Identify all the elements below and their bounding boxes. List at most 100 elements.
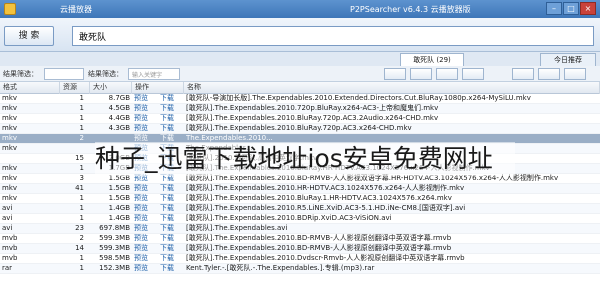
resources-cell: 1 [79, 114, 84, 122]
table-row[interactable]: mkv 1 4.4GB 预览 下载 [敢死队].The.Expendables.2010.… [0, 114, 600, 124]
download-link[interactable]: 下载 [160, 194, 182, 204]
filename-cell: [敢死队].The.Expendables.2010.BluRay.720p.A… [186, 114, 439, 122]
minimize-button[interactable]: – [546, 2, 562, 15]
app-logo-icon [4, 3, 16, 15]
size-cell: 152.3MB [99, 264, 130, 272]
preview-link[interactable]: 预览 [134, 184, 156, 194]
format-cell: mkv [2, 104, 18, 112]
column-header-actions[interactable]: 操作 [132, 82, 184, 94]
preview-link[interactable]: 预览 [134, 204, 156, 214]
search-button[interactable]: 搜 索 [4, 26, 54, 46]
filename-cell: [敢死队].The.Expendables.2010.BluRay.1.HR-H… [186, 194, 452, 202]
filter-bar: 结果筛选： 结果筛选： 输入关键字 [0, 66, 600, 82]
download-link[interactable]: 下载 [160, 254, 182, 264]
column-header-size[interactable]: 大小 [90, 82, 132, 94]
tab-search-results[interactable]: 敢死队 (29) [400, 53, 464, 66]
table-row[interactable]: avi 23 697.8MB 预览 下载 [敢死队].The.Expendables.av… [0, 224, 600, 234]
download-link[interactable]: 下载 [160, 114, 182, 124]
toolbar-button-1[interactable] [384, 68, 406, 80]
preview-link[interactable]: 预览 [134, 124, 156, 134]
format-cell: mvb [2, 254, 18, 262]
download-link[interactable]: 下载 [160, 264, 182, 274]
filename-cell: [敢死队].The.Expendables.2010.HR-HDTV.AC3.1… [186, 184, 465, 192]
table-row[interactable]: rar 1 152.3MB 预览 下载 Kent.Tyler.-.[敢死队.-.The.E… [0, 264, 600, 274]
resources-cell: 1 [79, 194, 84, 202]
filename-cell: [敢死队].The.Expendables.2010.720p.BluRay.x… [186, 104, 439, 112]
table-row[interactable]: mkv 1 4.5GB 预览 下载 [敢死队].The.Expendables.2010.… [0, 104, 600, 114]
table-row[interactable]: mkv 1 1.5GB 预览 下载 [敢死队].The.Expendables.2010.… [0, 194, 600, 204]
size-cell: 697.8MB [99, 224, 130, 232]
filename-cell: [敢死队].The.Expendables.2010.BD-RMVB-人人影视原… [186, 234, 452, 242]
download-link[interactable]: 下载 [160, 204, 182, 214]
table-row[interactable]: avi 1 1.4GB 预览 下载 [敢死队].The.Expendables.2010.… [0, 214, 600, 224]
maximize-button[interactable]: □ [563, 2, 579, 15]
table-row[interactable]: mvb 1 598.5MB 预览 下载 [敢死队].The.Expendables.201… [0, 254, 600, 264]
resources-cell: 1 [79, 264, 84, 272]
preview-link[interactable]: 预览 [134, 214, 156, 224]
resources-cell: 3 [79, 174, 84, 182]
toolbar-button-4[interactable] [462, 68, 484, 80]
close-button[interactable]: × [580, 2, 596, 15]
toolbar-button-7[interactable] [564, 68, 586, 80]
filter-input-keyword[interactable]: 输入关键字 [128, 68, 180, 80]
tab-today-recommend[interactable]: 今日推荐 [540, 53, 596, 66]
preview-link[interactable]: 预览 [134, 194, 156, 204]
window-title: 云播放器 [60, 5, 92, 14]
resources-cell [62, 144, 84, 154]
format-cell: mkv [2, 124, 18, 132]
preview-link[interactable]: 预览 [134, 224, 156, 234]
size-cell: 1.5GB [108, 194, 130, 202]
download-link[interactable]: 下载 [160, 224, 182, 234]
preview-link[interactable]: 预览 [134, 114, 156, 124]
format-cell: avi [2, 224, 13, 232]
table-row[interactable]: mkv 1 8.7GB 预览 下载 [敢死队-导演加长版].The.Expendables… [0, 94, 600, 104]
toolbar-button-5[interactable] [512, 68, 534, 80]
column-header-name[interactable]: 名称 [184, 82, 600, 94]
format-cell: mkv [2, 114, 18, 122]
table-row[interactable]: mvb 2 599.3MB 预览 下载 [敢死队].The.Expendables.201… [0, 234, 600, 244]
resources-cell: 1 [79, 94, 84, 102]
resources-cell: 23 [75, 224, 84, 232]
preview-link[interactable]: 预览 [134, 264, 156, 274]
filename-cell: [敢死队-导演加长版].The.Expendables.2010.Extende… [186, 94, 531, 102]
results-list: mkv 1 8.7GB 预览 下载 [敢死队-导演加长版].The.Expendables… [0, 94, 600, 274]
filter-input-left[interactable] [44, 68, 84, 80]
download-link[interactable]: 下载 [160, 244, 182, 254]
table-row[interactable]: avi 1 1.4GB 预览 下载 [敢死队].The.Expendables.2010.… [0, 204, 600, 214]
toolbar-button-2[interactable] [410, 68, 432, 80]
column-header-resources[interactable]: 资源 [60, 82, 90, 94]
resources-cell: 1 [79, 104, 84, 112]
format-cell [2, 154, 32, 164]
size-cell: 8.7GB [108, 94, 130, 102]
preview-link[interactable]: 预览 [134, 94, 156, 104]
download-link[interactable]: 下载 [160, 104, 182, 114]
format-cell: rar [2, 264, 13, 272]
table-row[interactable]: mkv 41 1.5GB 预览 下载 [敢死队].The.Expendables.2010… [0, 184, 600, 194]
preview-link[interactable]: 预览 [134, 254, 156, 264]
table-row[interactable]: mkv 1 4.3GB 预览 下载 [敢死队].The.Expendables.2010.… [0, 124, 600, 134]
format-cell: mkv [2, 194, 18, 202]
preview-link[interactable]: 预览 [134, 244, 156, 254]
column-header-format[interactable]: 格式 [0, 82, 60, 94]
search-input[interactable] [72, 26, 594, 46]
format-cell: avi [2, 204, 13, 212]
preview-link[interactable]: 预览 [134, 104, 156, 114]
resources-cell: 2 [79, 234, 84, 242]
resources-cell: 14 [75, 244, 84, 252]
download-link[interactable]: 下载 [160, 124, 182, 134]
toolbar-button-6[interactable] [538, 68, 560, 80]
download-link[interactable]: 下载 [160, 94, 182, 104]
size-cell: 1.4GB [108, 214, 130, 222]
preview-link[interactable]: 预览 [134, 234, 156, 244]
download-link[interactable]: 下载 [160, 214, 182, 224]
resources-cell: 1 [79, 254, 84, 262]
download-link[interactable]: 下载 [160, 234, 182, 244]
download-link[interactable]: 下载 [160, 184, 182, 194]
filename-cell: [敢死队].The.Expendables.2010.BDRip.XviD.AC… [186, 214, 392, 222]
resources-cell: 41 [75, 184, 84, 192]
filename-cell: [敢死队].The.Expendables.2010.R5.LiNE.XviD.… [186, 204, 466, 212]
table-row[interactable]: mvb 14 599.3MB 预览 下载 [敢死队].The.Expendables.20… [0, 244, 600, 254]
app-title: P2PSearcher v6.4.3 云播放器版 [350, 5, 471, 14]
toolbar-button-3[interactable] [436, 68, 458, 80]
size-cell: 599.3MB [99, 234, 130, 242]
